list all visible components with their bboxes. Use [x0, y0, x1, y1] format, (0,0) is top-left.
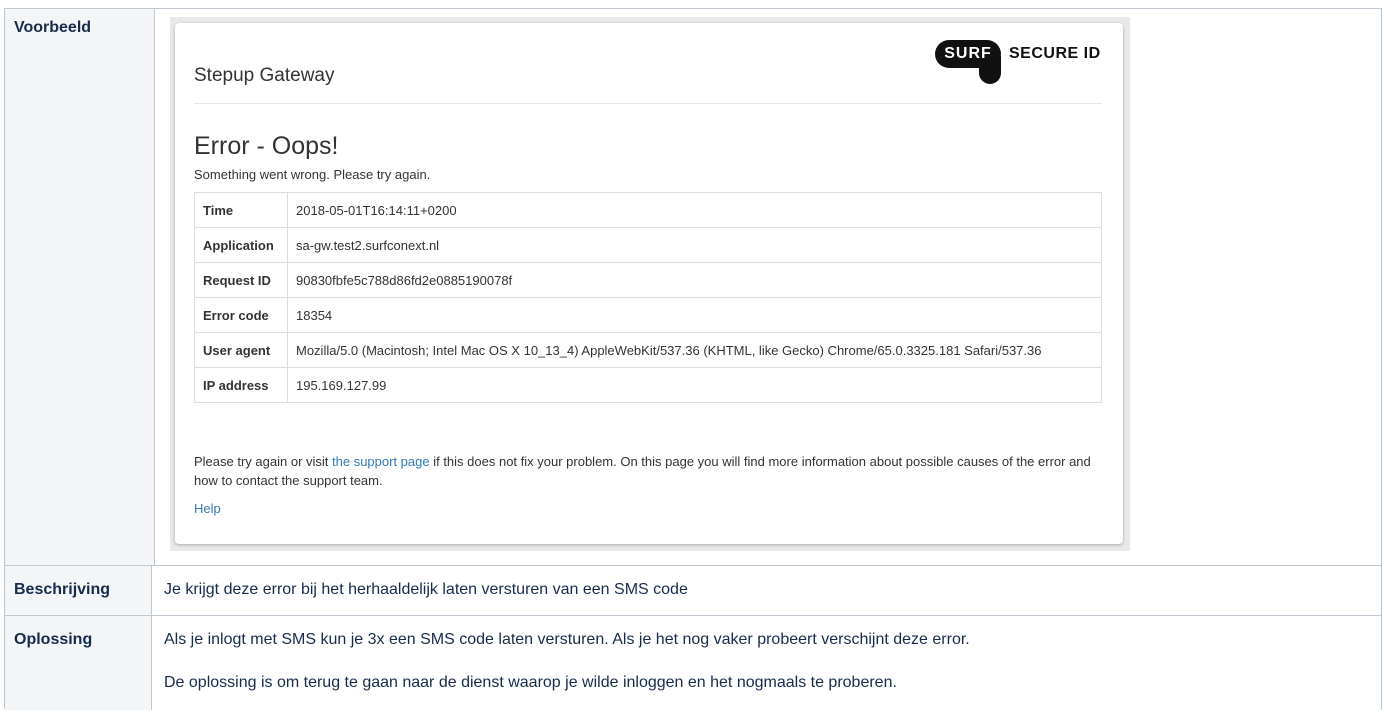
table-row: User agent Mozilla/5.0 (Macintosh; Intel… [194, 332, 1102, 368]
row-header-beschrijving: Beschrijving [5, 566, 152, 615]
table-row: Error code 18354 [194, 297, 1102, 333]
error-screenshot: Stepup Gateway SURF SECURE ID Error - Oo… [170, 17, 1130, 551]
detail-value: sa-gw.test2.surfconext.nl [287, 227, 1102, 263]
support-page-link[interactable]: the support page [332, 454, 430, 469]
detail-label: User agent [194, 332, 288, 368]
error-card: Stepup Gateway SURF SECURE ID Error - Oo… [175, 23, 1123, 544]
error-subtitle: Something went wrong. Please try again. [194, 167, 431, 182]
row-cell-oplossing: Als je inlogt met SMS kun je 3x een SMS … [152, 616, 1382, 710]
card-divider [194, 103, 1102, 104]
detail-value: 195.169.127.99 [287, 367, 1102, 403]
detail-label: Error code [194, 297, 288, 333]
solution-line-2: De oplossing is om terug te gaan naar de… [164, 674, 897, 691]
detail-label: Request ID [194, 262, 288, 298]
description-text: Je krijgt deze error bij het herhaaldeli… [164, 581, 688, 598]
table-row-oplossing: Oplossing Als je inlogt met SMS kun je 3… [5, 616, 1382, 710]
support-note-before: Please try again or visit [194, 454, 333, 469]
table-row-beschrijving: Beschrijving Je krijgt deze error bij he… [5, 566, 1382, 616]
error-details-table: Time 2018-05-01T16:14:11+0200 Applicatio… [194, 192, 1102, 403]
error-title: Error - Oops! [194, 132, 339, 160]
logo-text: SECURE ID [1009, 45, 1101, 62]
row-header-oplossing: Oplossing [5, 616, 152, 710]
solution-line-1: Als je inlogt met SMS kun je 3x een SMS … [164, 631, 970, 648]
row-header-voorbeeld: Voorbeeld [5, 9, 155, 565]
help-link[interactable]: Help [194, 501, 221, 516]
table-row: Application sa-gw.test2.surfconext.nl [194, 227, 1102, 263]
table-row: Request ID 90830fbfe5c788d86fd2e08851900… [194, 262, 1102, 298]
detail-value: 18354 [287, 297, 1102, 333]
detail-label: IP address [194, 367, 288, 403]
info-table: Voorbeeld Stepup Gateway SURF SECURE ID … [4, 8, 1382, 710]
detail-label: Application [194, 227, 288, 263]
detail-value: 2018-05-01T16:14:11+0200 [287, 192, 1102, 228]
row-cell-beschrijving: Je krijgt deze error bij het herhaaldeli… [152, 566, 1382, 615]
row-cell-voorbeeld: Stepup Gateway SURF SECURE ID Error - Oo… [155, 9, 1382, 565]
detail-label: Time [194, 192, 288, 228]
detail-value: Mozilla/5.0 (Macintosh; Intel Mac OS X 1… [287, 332, 1102, 368]
detail-value: 90830fbfe5c788d86fd2e0885190078f [287, 262, 1102, 298]
gateway-title: Stepup Gateway [194, 65, 335, 86]
logo-pill: SURF [935, 40, 1001, 68]
table-row: IP address 195.169.127.99 [194, 367, 1102, 403]
surf-secureid-logo: SURF SECURE ID [935, 38, 1105, 88]
support-note: Please try again or visit the support pa… [194, 452, 1114, 490]
table-row-voorbeeld: Voorbeeld Stepup Gateway SURF SECURE ID … [5, 9, 1382, 566]
table-row: Time 2018-05-01T16:14:11+0200 [194, 192, 1102, 228]
